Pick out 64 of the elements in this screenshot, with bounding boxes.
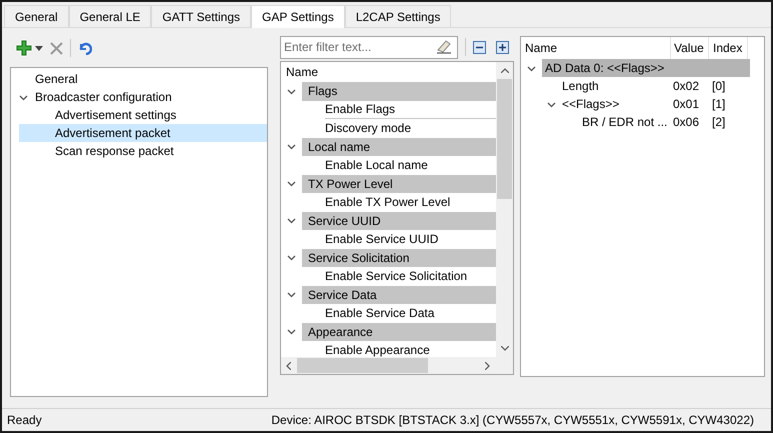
tree-item[interactable]: Enable Service Solicitation (325, 267, 468, 286)
table-cell-text: [1] (711, 96, 726, 113)
chevron-down-icon[interactable] (287, 179, 296, 188)
group-row[interactable]: TX Power Level (302, 174, 496, 193)
chevron-down-icon[interactable] (547, 100, 556, 108)
chevron-down-icon[interactable] (527, 64, 536, 72)
tree-item[interactable]: Broadcaster configuration (35, 88, 172, 106)
tree-item[interactable]: Discovery mode (325, 119, 412, 138)
horizontal-scrollbar[interactable] (281, 357, 513, 374)
table-cell-text: [0] (711, 78, 726, 95)
add-icon[interactable] (16, 40, 32, 56)
scroll-thumb[interactable] (297, 358, 428, 373)
expand-all-icon[interactable] (496, 40, 509, 54)
tab[interactable]: GAP Settings (251, 5, 345, 29)
caret-icon[interactable] (35, 46, 43, 50)
group-row[interactable]: Service UUID (302, 212, 496, 230)
tab[interactable]: L2CAP Settings (344, 5, 452, 28)
tab[interactable]: GATT Settings (151, 5, 251, 28)
chevron-down-icon[interactable] (287, 290, 296, 300)
scroll-down-icon[interactable] (500, 346, 508, 351)
tree-item[interactable]: Enable Appearance (325, 341, 430, 357)
scroll-left-icon[interactable] (286, 362, 291, 370)
group-row[interactable]: Service Solicitation (302, 248, 496, 267)
tree-item[interactable]: Enable TX Power Level (325, 193, 450, 212)
device-text: Device: AIROC BTSDK [BTSTACK 3.x] (CYW5557x, CYW5551x, CYW5591x, CYW43022) (271, 412, 754, 429)
tab[interactable]: General (4, 5, 69, 28)
header-row[interactable]: AD Data 0: <<Flags>> (542, 59, 750, 77)
column-header[interactable]: Name (281, 62, 496, 82)
table-cell-text: Length (562, 78, 599, 95)
chevron-down-icon[interactable] (287, 253, 296, 262)
scroll-thumb[interactable] (497, 79, 512, 199)
status-text: Ready (7, 412, 42, 429)
tree-item[interactable]: Advertisement settings (19, 106, 267, 124)
chevron-down-icon[interactable] (287, 327, 296, 336)
tree-item[interactable]: Scan response packet (19, 142, 267, 160)
chevron-down-icon[interactable] (19, 92, 28, 102)
table-cell-text: 0x02 (672, 78, 700, 95)
collapse-all-icon[interactable] (473, 40, 486, 54)
scroll-up-icon[interactable] (500, 68, 508, 73)
tree-item[interactable]: Enable Local name (325, 156, 428, 174)
scroll-right-icon[interactable] (485, 362, 490, 370)
table-cell-text: [2] (711, 114, 726, 131)
chevron-down-icon[interactable] (287, 142, 296, 152)
tree-item[interactable]: Enable Flags (325, 100, 396, 118)
filter-field[interactable]: Enter filter text... (280, 36, 458, 58)
eraser-icon[interactable] (436, 40, 452, 54)
tree-item[interactable]: Enable Service Data (325, 304, 434, 322)
tab[interactable]: General LE (68, 5, 152, 28)
table-cell-text: 0x01 (672, 96, 700, 113)
table-cell-text: BR / EDR not ... (582, 114, 668, 131)
vertical-scrollbar[interactable] (496, 62, 513, 357)
undo-icon[interactable] (78, 41, 92, 55)
tree-item[interactable]: Advertisement packet (19, 124, 267, 142)
column-header[interactable]: Name (521, 37, 670, 59)
table-cell-text: <<Flags>> (562, 96, 620, 113)
tree-item[interactable]: General (35, 70, 78, 88)
group-row[interactable]: Flags (302, 82, 496, 100)
chevron-down-icon[interactable] (287, 216, 296, 226)
table-cell-text: 0x06 (672, 114, 700, 131)
group-row[interactable]: Local name (302, 138, 496, 156)
tree-item[interactable]: Enable Service UUID (325, 230, 438, 248)
group-row[interactable]: Appearance (302, 322, 496, 341)
chevron-down-icon[interactable] (287, 86, 296, 96)
group-row[interactable]: Service Data (302, 286, 496, 304)
